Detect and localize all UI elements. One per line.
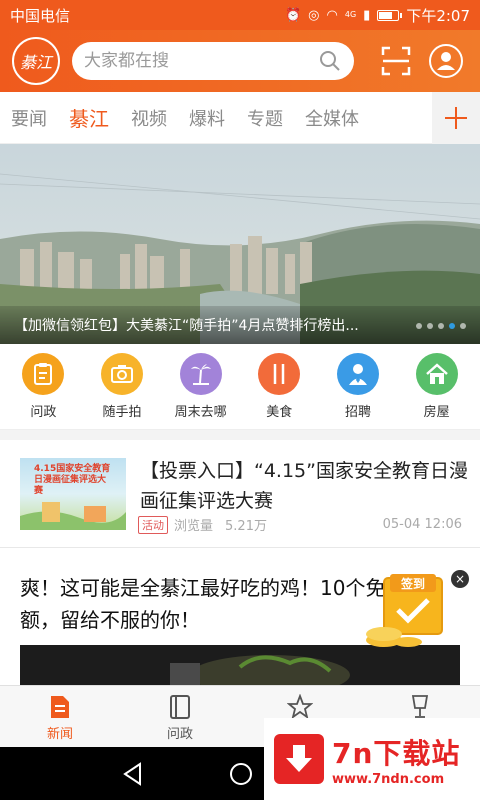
channel-tabs: 要闻 綦江 视频 爆料 专题 全媒体 <box>0 92 480 144</box>
tab-zhuanti[interactable]: 专题 <box>236 105 294 131</box>
carousel-dot[interactable] <box>460 323 466 329</box>
search-input[interactable] <box>84 51 318 71</box>
banner-caption: 【加微信领红包】大美綦江“随手拍”4月点赞排行榜出... <box>0 306 480 344</box>
tag-badge: 活动 <box>138 515 168 534</box>
tab-qijiang[interactable]: 綦江 <box>58 103 120 132</box>
article-date: 05-04 12:06 <box>382 517 462 532</box>
carousel-dot[interactable] <box>449 323 455 329</box>
back-icon[interactable] <box>120 761 146 787</box>
quick-menu: 问政 随手拍 周末去哪 美食 招聘 房屋 <box>0 344 480 430</box>
person-icon <box>336 353 379 395</box>
quick-item-label: 美食 <box>266 405 293 420</box>
quick-item-suishoupai[interactable]: 随手拍 <box>87 353 157 420</box>
status-icons: ⏰ ◎ ◠ 4G ▮ 下午2:07 <box>285 5 470 26</box>
network-type: 4G <box>344 10 357 19</box>
signin-widget[interactable]: 签到 <box>362 570 462 650</box>
app-header: 綦江 <box>0 30 480 92</box>
clipboard-icon <box>22 353 65 395</box>
article-image[interactable] <box>20 645 460 685</box>
nav-label: 问政 <box>166 727 193 742</box>
thumbnail-text: 4.15国家安全教育日漫画征集评选大赛 <box>34 464 111 496</box>
banner-caption-text: 【加微信领红包】大美綦江“随手拍”4月点赞排行榜出... <box>14 318 359 334</box>
watermark-name: 7n下载站 <box>332 736 461 770</box>
quick-item-weekend[interactable]: 周末去哪 <box>166 353 236 420</box>
cutlery-icon <box>258 353 301 395</box>
plus-icon <box>445 107 467 129</box>
tab-video[interactable]: 视频 <box>120 105 178 131</box>
search-icon[interactable] <box>318 49 342 73</box>
article-thumbnail: 4.15国家安全教育日漫画征集评选大赛 <box>20 458 126 530</box>
user-icon[interactable] <box>428 43 464 79</box>
news-icon <box>51 696 69 718</box>
battery-icon <box>377 9 403 21</box>
book-icon <box>170 695 190 719</box>
article-meta: 活动 浏览量 5.21万 05-04 12:06 <box>138 515 462 534</box>
add-channel-button[interactable] <box>432 92 480 144</box>
svg-text:签到: 签到 <box>400 576 425 591</box>
quick-item-label: 周末去哪 <box>174 405 227 420</box>
carousel-dot[interactable] <box>427 323 433 329</box>
vibrate-icon: ⏰ <box>284 7 302 23</box>
wifi-icon: ◠ <box>326 7 338 23</box>
views-count: 5.21万 <box>225 519 267 534</box>
signin-icon: 签到 <box>366 574 443 647</box>
camera-icon <box>100 353 143 395</box>
search-box[interactable] <box>72 42 354 80</box>
news-item[interactable]: 4.15国家安全教育日漫画征集评选大赛 【投票入口】“4.15”国家安全教育日漫… <box>0 440 480 548</box>
star-icon <box>287 694 313 720</box>
article-title[interactable]: 【投票入口】“4.15”国家安全教育日漫画征集评选大赛 <box>140 456 470 516</box>
quick-item-label: 问政 <box>30 405 57 420</box>
carousel-dot[interactable] <box>438 323 444 329</box>
quick-item-label: 房屋 <box>423 405 450 420</box>
quick-item-jobs[interactable]: 招聘 <box>323 353 393 420</box>
house-icon <box>415 353 458 395</box>
views-label: 浏览量 <box>174 519 214 534</box>
scan-icon[interactable] <box>380 45 412 77</box>
nav-label: 新闻 <box>46 727 73 742</box>
nav-news[interactable]: 新闻 <box>0 686 120 747</box>
carrier-label: 中国电信 <box>10 6 71 25</box>
watermark-text: 7n下载站 www.7ndn.com <box>332 732 460 787</box>
quick-item-label: 随手拍 <box>102 405 142 420</box>
banner-carousel[interactable]: 【加微信领红包】大美綦江“随手拍”4月点赞排行榜出... <box>0 144 480 344</box>
quick-item-food[interactable]: 美食 <box>244 353 314 420</box>
carousel-dot[interactable] <box>416 323 422 329</box>
quick-item-housing[interactable]: 房屋 <box>402 353 472 420</box>
close-icon[interactable]: × <box>451 570 469 588</box>
signal-icon: ▮ <box>363 7 371 23</box>
carousel-dots <box>416 323 466 329</box>
watermark-url: www.7ndn.com <box>332 771 445 787</box>
status-bar: 中国电信 ⏰ ◎ ◠ 4G ▮ 下午2:07 <box>0 0 480 30</box>
cup-icon <box>411 695 429 718</box>
quick-item-wenzheng[interactable]: 问政 <box>8 353 78 420</box>
quick-item-label: 招聘 <box>344 405 371 420</box>
watermark: 7n下载站 www.7ndn.com <box>264 718 480 800</box>
alarm-icon: ◎ <box>308 7 320 23</box>
tab-baoliao[interactable]: 爆料 <box>178 105 236 131</box>
clock: 下午2:07 <box>406 6 470 25</box>
download-icon <box>274 734 324 784</box>
palm-tree-icon <box>179 353 222 395</box>
tab-yaowen[interactable]: 要闻 <box>0 105 58 131</box>
nav-wenzheng[interactable]: 问政 <box>120 686 240 747</box>
section-divider <box>0 430 480 440</box>
app-logo[interactable]: 綦江 <box>12 37 60 85</box>
tab-quanmeiti[interactable]: 全媒体 <box>294 105 370 131</box>
home-icon[interactable] <box>228 761 254 787</box>
